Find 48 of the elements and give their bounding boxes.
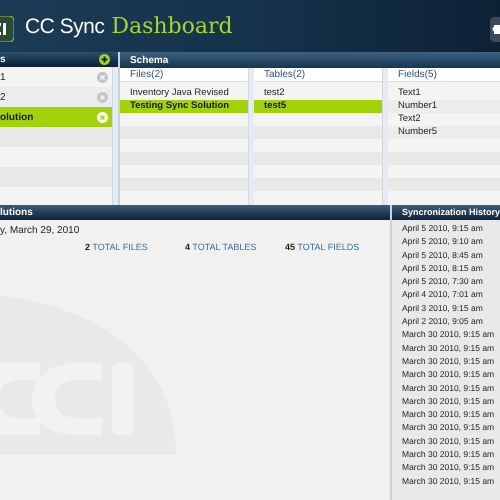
app-title-accent: Dashboard xyxy=(111,12,233,40)
scrollbar[interactable] xyxy=(382,68,388,205)
remove-icon[interactable] xyxy=(97,112,108,122)
stat-text: 45 TOTAL FIELDS xyxy=(285,241,360,254)
logo-icon xyxy=(0,16,14,42)
history-entry[interactable]: March 30 2010, 9:15 am xyxy=(402,382,500,395)
date-text: y, March 29, 2010 xyxy=(0,225,80,237)
history-entry[interactable]: April 5 2010, 9:15 am xyxy=(402,222,500,236)
history-entry[interactable]: April 3 2010, 9:15 am xyxy=(402,302,500,316)
history-entry[interactable]: March 30 2010, 9:15 am xyxy=(402,461,500,475)
history-entry[interactable]: March 30 2010, 9:15 am xyxy=(402,354,500,368)
solution-item[interactable]: olution xyxy=(0,107,112,127)
remove-icon[interactable] xyxy=(97,92,108,102)
history-entry[interactable]: March 30 2010, 9:15 am xyxy=(402,328,500,342)
history-entry[interactable]: April 5 2010, 9:10 am xyxy=(402,235,500,249)
history-entry[interactable]: March 30 2010, 9:15 am xyxy=(402,368,500,382)
solution-item[interactable]: 2 xyxy=(0,87,112,107)
history-entry[interactable]: March 30 2010, 9:15 am xyxy=(402,394,500,408)
history-entry[interactable]: April 5 2010, 8:15 am xyxy=(402,262,500,276)
column-header: Files(2) xyxy=(120,68,248,82)
panel-title: Schema xyxy=(130,54,168,68)
history-entry[interactable]: April 5 2010, 8:45 am xyxy=(402,248,500,262)
history-entry[interactable]: March 30 2010, 9:15 am xyxy=(402,434,500,448)
history-entry[interactable]: March 30 2010, 9:15 am xyxy=(402,342,500,355)
stat-text: 4 TOTAL TABLES xyxy=(185,241,258,254)
schema-item[interactable]: Number1 xyxy=(388,100,500,113)
remove-icon[interactable] xyxy=(97,72,108,82)
schema-item[interactable]: Number5 xyxy=(388,126,500,139)
scrollbar[interactable] xyxy=(112,67,118,207)
history-entry[interactable]: April 4 2010, 7:01 am xyxy=(402,288,500,302)
add-icon[interactable] xyxy=(99,54,110,65)
schema-item[interactable]: test5 xyxy=(254,100,382,113)
app-title: CC Sync xyxy=(25,14,104,40)
panel-title: Syncronization History xyxy=(402,206,500,219)
stat-text: 2 TOTAL FILES xyxy=(85,241,149,254)
panel-title: s xyxy=(0,53,6,67)
schema-item[interactable]: Testing Sync Solution xyxy=(120,100,248,113)
scrollbar[interactable] xyxy=(248,68,254,205)
puzzle-icon[interactable] xyxy=(490,17,500,42)
column-header: Fields(5) xyxy=(388,68,500,82)
history-entry[interactable]: April 5 2010, 7:30 am xyxy=(402,275,500,288)
history-entry[interactable]: March 30 2010, 9:15 am xyxy=(402,448,500,462)
history-entry[interactable]: March 30 2010, 9:15 am xyxy=(402,474,500,488)
column-header: Tables(2) xyxy=(254,68,382,82)
history-entry[interactable]: April 2 2010, 9:05 am xyxy=(402,315,500,328)
history-entry[interactable]: March 30 2010, 9:15 am xyxy=(402,408,500,422)
panel-title: lutions xyxy=(0,206,33,220)
history-entry[interactable]: March 30 2010, 9:15 am xyxy=(402,421,500,435)
